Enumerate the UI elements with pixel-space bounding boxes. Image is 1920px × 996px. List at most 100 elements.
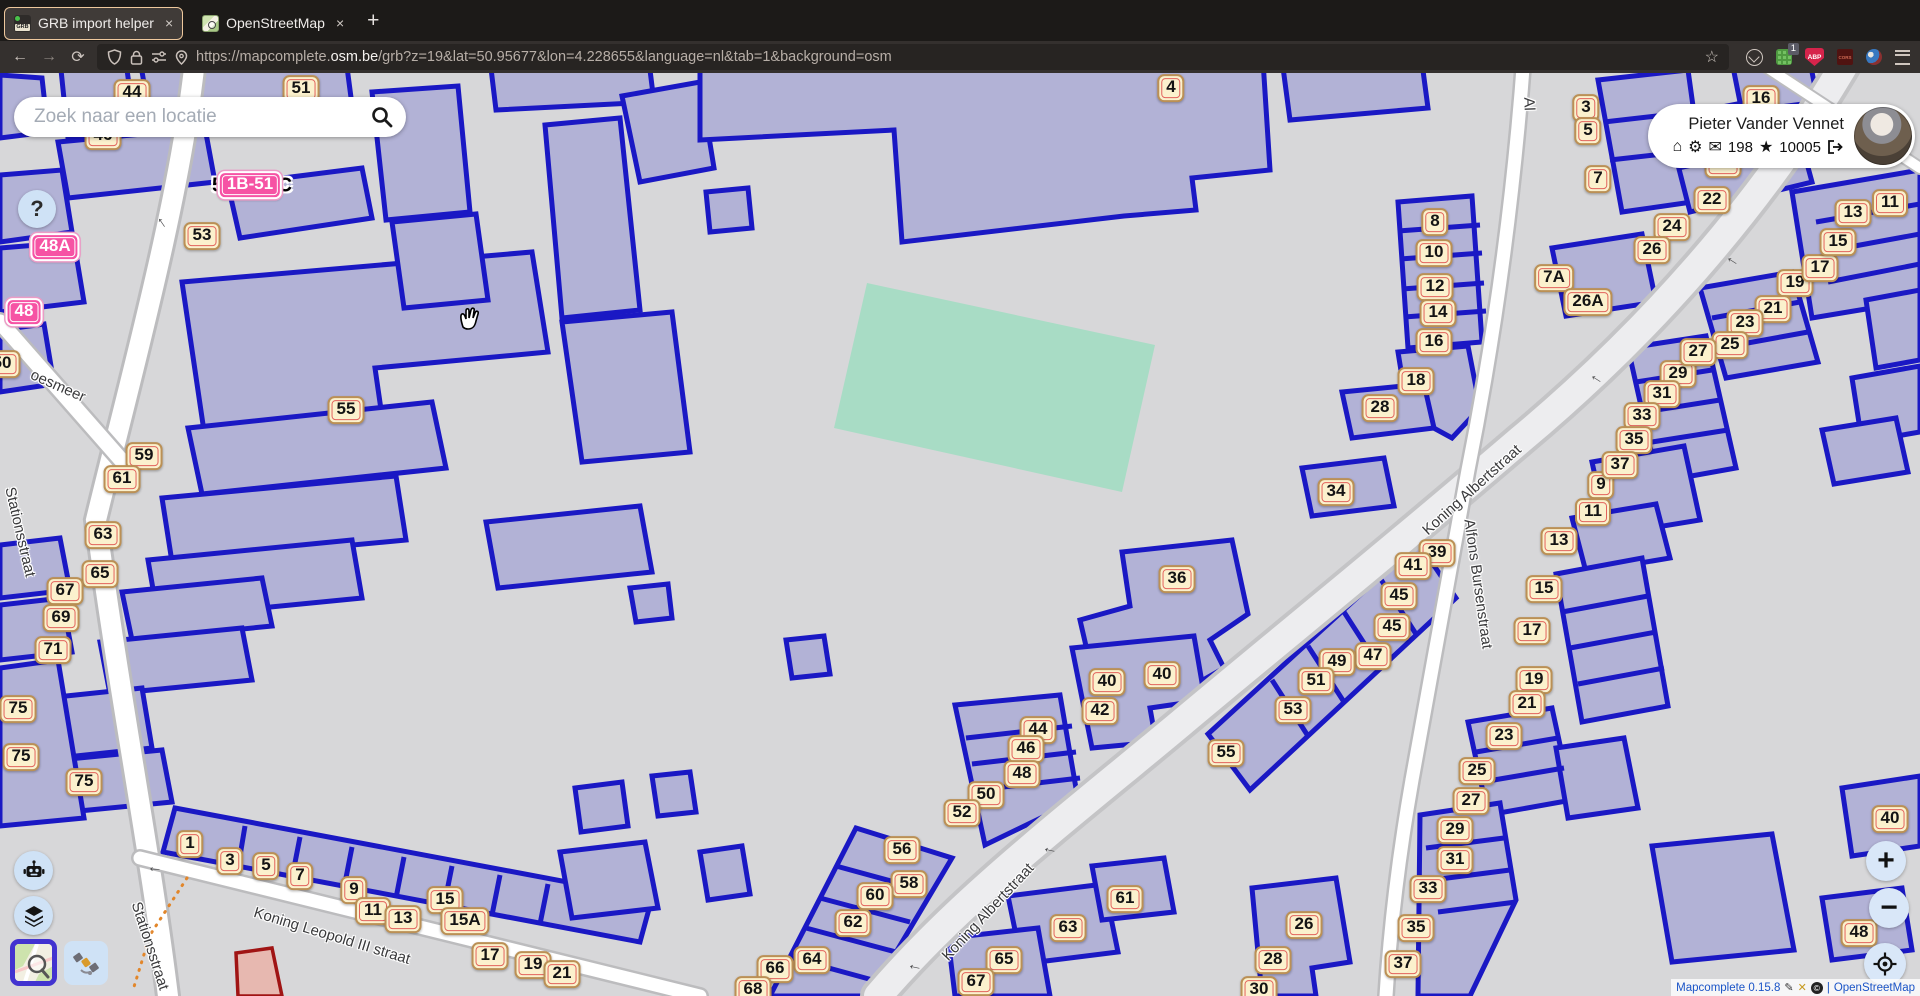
house-number-badge[interactable]: 11 xyxy=(1575,498,1611,526)
house-number-badge[interactable]: 26 xyxy=(1286,911,1323,939)
house-number-badge[interactable]: 31 xyxy=(1437,846,1474,874)
house-number-badge[interactable]: 30 xyxy=(1241,976,1278,996)
house-number-badge[interactable]: 27 xyxy=(1680,338,1717,366)
cors-extension-icon[interactable]: CORS xyxy=(1837,49,1853,65)
house-number-badge[interactable]: 5 xyxy=(252,852,279,880)
zoom-in-button[interactable]: + xyxy=(1866,841,1906,881)
logout-icon[interactable] xyxy=(1827,139,1844,155)
search-input[interactable] xyxy=(32,105,370,129)
house-number-badge[interactable]: 28 xyxy=(1362,394,1399,422)
house-number-badge[interactable]: 41 xyxy=(1395,552,1432,580)
house-number-badge[interactable]: 28 xyxy=(1255,946,1292,974)
house-number-badge[interactable]: 55 xyxy=(1208,739,1245,767)
house-number-badge[interactable]: 69 xyxy=(43,604,80,632)
house-number-badge[interactable]: 15 xyxy=(1526,575,1563,603)
house-number-badge[interactable]: 25 xyxy=(1459,757,1496,785)
permissions-icon[interactable] xyxy=(151,50,167,64)
house-number-badge[interactable]: 40 xyxy=(1872,805,1909,833)
house-number-badge[interactable]: 11 xyxy=(1872,189,1908,217)
house-number-badge[interactable]: 36 xyxy=(1159,565,1196,593)
background-osm-button[interactable] xyxy=(10,939,57,986)
house-number-badge[interactable]: 42 xyxy=(1082,697,1119,725)
house-number-badge[interactable]: 75 xyxy=(0,695,36,723)
url-text[interactable]: https://mapcomplete.osm.be/grb?z=19&lat=… xyxy=(196,49,1691,65)
map-canvas[interactable]: 51B-51C445146535550596163656769717575751… xyxy=(0,0,1920,996)
house-number-badge[interactable]: 33 xyxy=(1410,875,1447,903)
url-bar[interactable]: https://mapcomplete.osm.be/grb?z=19&lat=… xyxy=(97,44,1729,70)
house-number-badge[interactable]: 60 xyxy=(857,882,894,910)
house-number-badge[interactable]: 16 xyxy=(1416,328,1453,356)
house-number-badge[interactable]: 71 xyxy=(35,636,72,664)
house-number-badge[interactable]: 45 xyxy=(1381,582,1418,610)
extension-green-icon[interactable]: 1 xyxy=(1776,49,1792,65)
location-search[interactable] xyxy=(14,97,406,137)
house-number-badge[interactable]: 14 xyxy=(1420,299,1457,327)
house-number-badge[interactable]: 53 xyxy=(1275,696,1312,724)
import-note-badge[interactable]: 1B-51 xyxy=(218,171,282,199)
house-number-badge[interactable]: 48 xyxy=(1004,760,1041,788)
house-number-badge[interactable]: 68 xyxy=(735,976,772,996)
house-number-badge[interactable]: 56 xyxy=(884,836,921,864)
house-number-badge[interactable]: 34 xyxy=(1318,478,1355,506)
zoom-out-button[interactable]: − xyxy=(1869,888,1909,928)
house-number-badge[interactable]: 25 xyxy=(1712,331,1749,359)
house-number-badge[interactable]: 46 xyxy=(1008,735,1045,763)
house-number-badge[interactable]: 3 xyxy=(216,847,243,875)
house-number-badge[interactable]: 8 xyxy=(1421,208,1448,236)
house-number-badge[interactable]: 26A xyxy=(1563,288,1612,316)
bug-report-icon[interactable]: ✕ xyxy=(1798,981,1807,994)
house-number-badge[interactable]: 17 xyxy=(1802,254,1839,282)
house-number-badge[interactable]: 63 xyxy=(1050,914,1087,942)
forward-button[interactable]: → xyxy=(39,48,59,66)
location-permission-icon[interactable] xyxy=(175,50,188,65)
house-number-badge[interactable]: 13 xyxy=(1835,199,1872,227)
adblock-plus-icon[interactable]: ABP xyxy=(1805,48,1824,66)
house-number-badge[interactable]: 65 xyxy=(82,560,119,588)
house-number-badge[interactable]: 35 xyxy=(1616,426,1653,454)
house-number-badge[interactable]: 52 xyxy=(944,799,981,827)
import-note-badge[interactable]: 48 xyxy=(6,298,43,326)
house-number-badge[interactable]: 5 xyxy=(1574,117,1601,145)
house-number-badge[interactable]: 17 xyxy=(472,942,509,970)
tab-grb-import-helper[interactable]: GRB GRB import helper × xyxy=(4,7,183,40)
house-number-badge[interactable]: 47 xyxy=(1355,642,1392,670)
house-number-badge[interactable]: 23 xyxy=(1486,722,1523,750)
house-number-badge[interactable]: 17 xyxy=(1514,617,1551,645)
house-number-badge[interactable]: 7 xyxy=(1584,165,1611,193)
house-number-badge[interactable]: 18 xyxy=(1398,367,1435,395)
home-icon[interactable]: ⌂ xyxy=(1672,138,1682,156)
house-number-badge[interactable]: 75 xyxy=(66,768,103,796)
house-number-badge[interactable]: 37 xyxy=(1385,950,1422,978)
house-number-badge[interactable]: 7 xyxy=(286,862,313,890)
attribution-osm-link[interactable]: OpenStreetMap xyxy=(1834,982,1915,994)
house-number-badge[interactable]: 37 xyxy=(1602,451,1639,479)
extension-owl-icon[interactable] xyxy=(1866,49,1882,65)
house-number-badge[interactable]: 1 xyxy=(176,830,203,858)
pocket-icon[interactable] xyxy=(1746,49,1763,66)
house-number-badge[interactable]: 26 xyxy=(1634,236,1671,264)
house-number-badge[interactable]: 64 xyxy=(794,946,831,974)
tab-openstreetmap[interactable]: OpenStreetMap × xyxy=(193,7,353,40)
layers-button[interactable] xyxy=(14,896,53,935)
house-number-badge[interactable]: 51 xyxy=(1298,667,1335,695)
copyright-icon[interactable]: © xyxy=(1811,982,1823,994)
import-note-badge[interactable]: 48A xyxy=(30,233,79,261)
house-number-badge[interactable]: 75 xyxy=(3,743,40,771)
house-number-badge[interactable]: 61 xyxy=(104,465,141,493)
house-number-badge[interactable]: 40 xyxy=(1144,661,1181,689)
house-number-badge[interactable]: 40 xyxy=(1089,668,1126,696)
background-satellite-button[interactable] xyxy=(64,941,108,985)
house-number-badge[interactable]: 4 xyxy=(1157,74,1184,102)
menu-hamburger-icon[interactable] xyxy=(1895,50,1910,65)
house-number-badge[interactable]: 35 xyxy=(1398,914,1435,942)
reload-button[interactable]: ⟳ xyxy=(68,47,88,67)
messages-icon[interactable]: ✉ xyxy=(1709,137,1722,157)
house-number-badge[interactable]: 62 xyxy=(835,909,872,937)
house-number-badge[interactable]: 67 xyxy=(47,577,84,605)
house-number-badge[interactable]: 61 xyxy=(1107,885,1144,913)
house-number-badge[interactable]: 21 xyxy=(1509,690,1546,718)
gear-icon[interactable]: ⚙ xyxy=(1688,137,1702,157)
house-number-badge[interactable]: 12 xyxy=(1417,273,1454,301)
back-button[interactable]: ← xyxy=(10,48,30,66)
house-number-badge[interactable]: 53 xyxy=(184,222,221,250)
